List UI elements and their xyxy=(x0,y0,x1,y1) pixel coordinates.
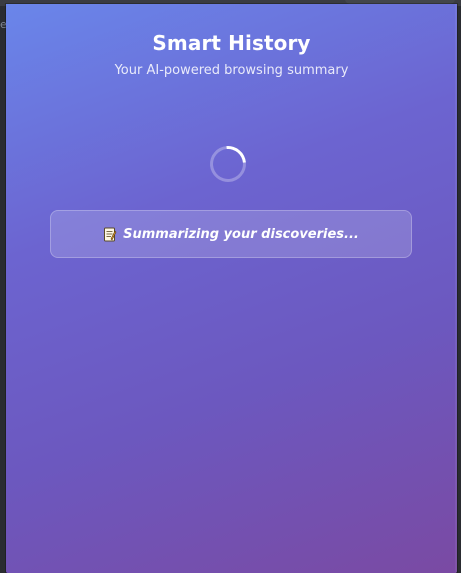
memo-icon xyxy=(103,227,117,242)
status-text: Summarizing your discoveries... xyxy=(123,226,359,242)
status-card: Summarizing your discoveries... xyxy=(50,210,412,258)
loading-spinner-icon xyxy=(202,138,254,190)
popup-title: Smart History xyxy=(152,31,311,55)
popup-right-edge xyxy=(455,4,457,573)
extension-popup: Smart History Your AI-powered browsing s… xyxy=(6,4,457,573)
popup-subtitle: Your AI-powered browsing summary xyxy=(114,63,349,78)
